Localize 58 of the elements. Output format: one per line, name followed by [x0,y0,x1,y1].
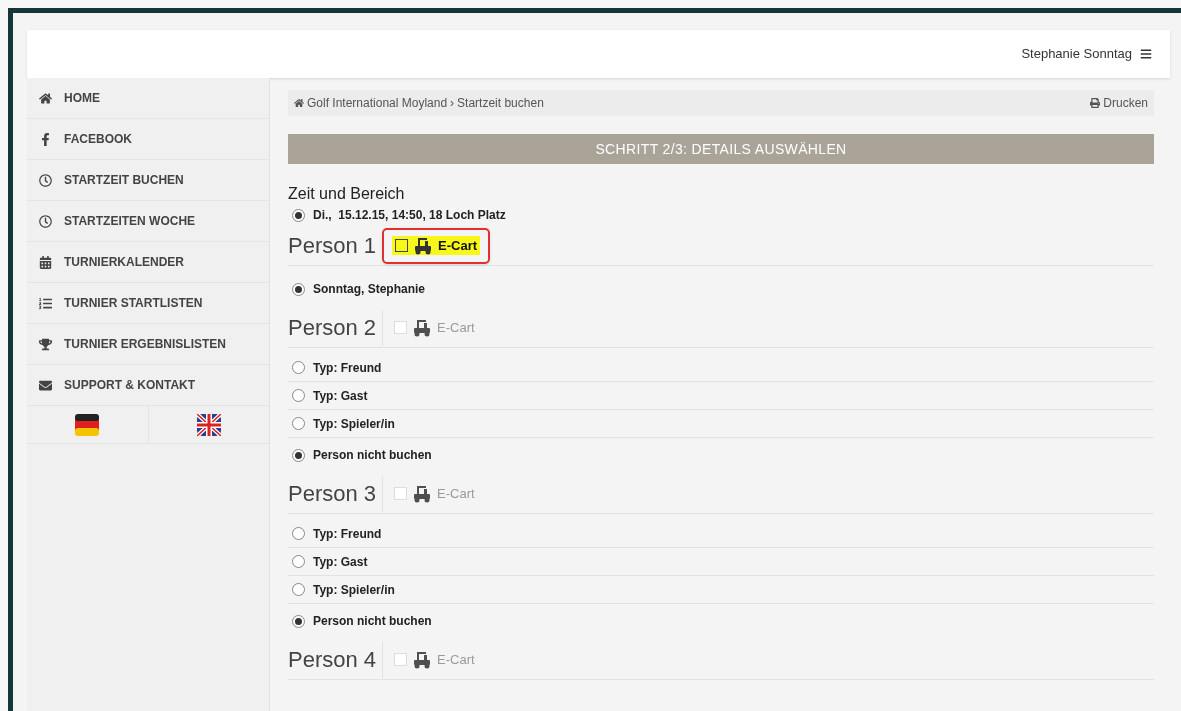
sidebar-item[interactable]: TURNIER ERGEBNISLISTEN [27,324,269,365]
home-icon [294,98,304,108]
list-icon [39,296,52,310]
clock-icon [39,173,52,187]
cart-icon [412,318,433,337]
british-flag-icon[interactable] [196,413,221,436]
radio-button[interactable] [292,527,305,540]
radio-button[interactable] [292,389,305,402]
sidebar-item[interactable]: SUPPORT & KONTAKT [27,365,269,406]
option-label: Person nicht buchen [313,447,432,464]
clock-icon [39,214,52,228]
checkbox[interactable] [395,239,409,252]
mail-icon [39,378,52,392]
option-label: Typ: Gast [313,553,368,571]
person-heading: Person 3 [288,480,378,508]
radio-button[interactable] [292,208,305,222]
sidebar-item[interactable]: STARTZEIT BUCHEN [27,160,269,201]
sidebar-item[interactable]: FACEBOOK [27,119,269,160]
option-label: Di., 15.12.15, 14:50, 18 Loch Platz [313,207,506,224]
facebook-icon [39,132,52,146]
person-heading: Person 1 [288,232,378,260]
section-title: Zeit und Bereich [288,184,406,204]
sidebar-item[interactable]: STARTZEITEN WOCHE [27,201,269,242]
user-name[interactable]: Stephanie Sonntag [1021,44,1132,64]
cart-icon [413,236,434,255]
option-label: Typ: Spieler/in [313,415,395,433]
sidebar-item[interactable]: TURNIERKALENDER [27,242,269,283]
german-flag-icon[interactable] [75,413,100,436]
breadcrumb-separator: › [450,95,455,112]
radio-button[interactable] [292,448,305,462]
trophy-icon [39,337,52,351]
cart-icon [412,650,433,669]
option-label: Typ: Spieler/in [313,581,395,599]
option-label: Person nicht buchen [313,613,432,630]
option-label: Typ: Freund [313,525,382,543]
breadcrumb-link[interactable]: Golf International Moyland [307,94,448,112]
cart-icon [412,484,433,503]
calendar-icon [39,255,52,269]
sidebar-item[interactable]: HOME [27,78,269,119]
sidebar-item[interactable]: TURNIER STARTLISTEN [27,283,269,324]
person-heading: Person 4 [288,646,378,674]
radio-button[interactable] [292,282,305,296]
option-label: Typ: Freund [313,359,382,377]
radio-button[interactable] [292,583,305,596]
person-heading: Person 2 [288,314,378,342]
radio-button[interactable] [292,555,305,568]
radio-button[interactable] [292,361,305,374]
ecart-option[interactable]: E-Cart [382,227,491,264]
step-banner: SCHRITT 2/3: DETAILS AUSWÄHLEN [288,134,1154,164]
radio-button[interactable] [292,614,305,628]
option-label: Sonntag, Stephanie [313,281,425,298]
home-icon [39,91,52,105]
radio-button[interactable] [292,417,305,430]
print-button[interactable]: Drucken [1090,94,1148,112]
menu-icon[interactable] [1140,48,1152,60]
breadcrumb-link[interactable]: Startzeit buchen [457,94,544,112]
option-label: Typ: Gast [313,387,368,405]
print-icon [1090,98,1101,108]
